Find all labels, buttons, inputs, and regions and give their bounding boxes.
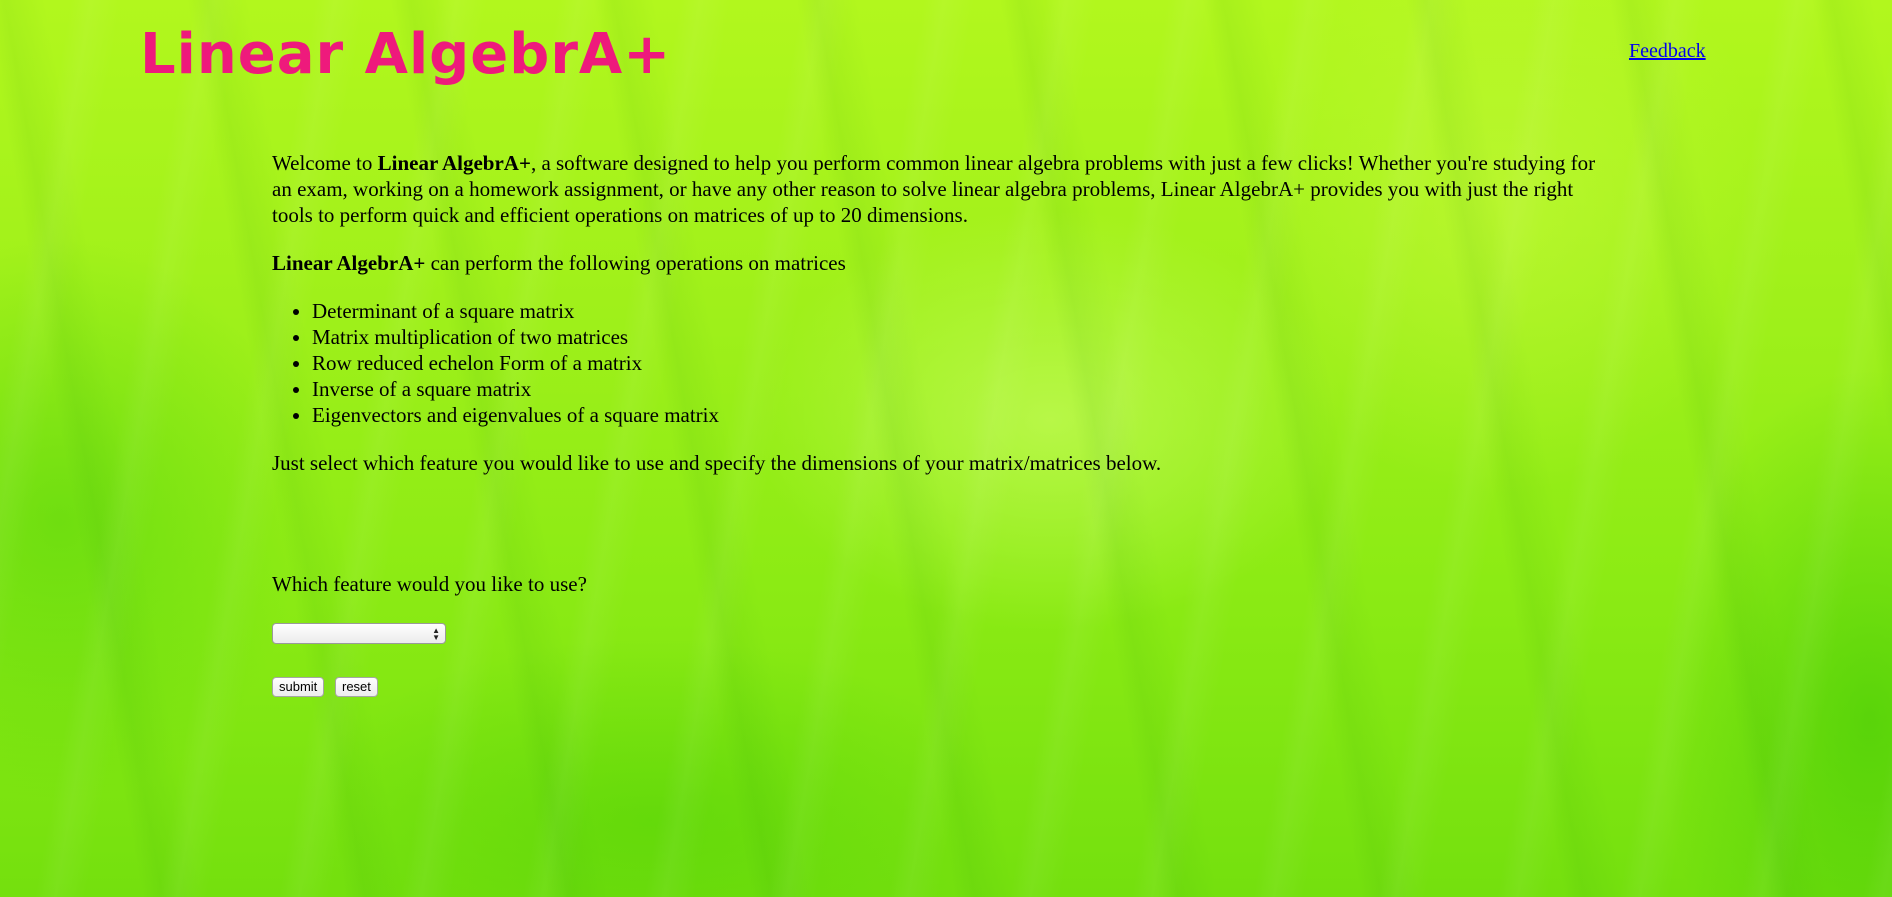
submit-button[interactable]: submit [272,677,325,697]
list-item: Inverse of a square matrix [312,376,1602,402]
feature-select[interactable]: ▲ ▼ [272,623,446,644]
reset-button[interactable]: reset [335,677,378,697]
list-item: Matrix multiplication of two matrices [312,324,1602,350]
feedback-link[interactable]: Feedback [1629,40,1706,63]
instructions-text: Just select which feature you would like… [272,451,1162,475]
list-item: Eigenvectors and eigenvalues of a square… [312,402,1602,428]
updown-arrows-icon: ▲ ▼ [432,625,440,642]
list-item: Determinant of a square matrix [312,298,1602,324]
welcome-prefix: Welcome to [272,151,378,175]
site-logo: Linear AlgebrA+ [140,22,672,87]
operations-intro-text: can perform the following operations on … [425,251,846,275]
intro-section: Welcome to Linear AlgebrA+, a software d… [272,150,1602,498]
welcome-paragraph: Welcome to Linear AlgebrA+, a software d… [272,150,1602,228]
list-item: Row reduced echelon Form of a matrix [312,350,1602,376]
operations-list: Determinant of a square matrix Matrix mu… [272,298,1602,428]
brand-name: Linear AlgebrA+ [377,151,531,175]
brand-name: Linear AlgebrA+ [272,251,426,275]
operations-intro: Linear AlgebrA+ can perform the followin… [272,250,1602,276]
feature-question: Which feature would you like to use? [272,572,587,596]
